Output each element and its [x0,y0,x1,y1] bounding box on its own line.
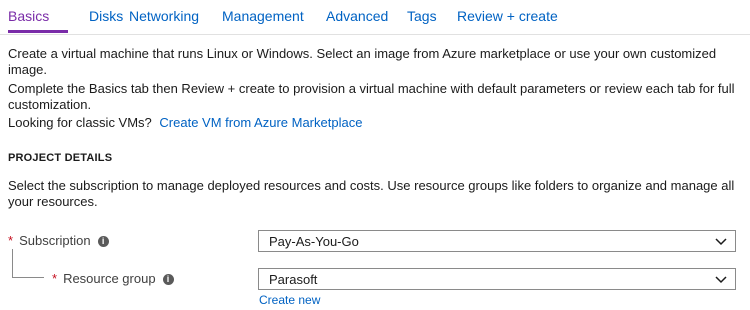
tab-tags[interactable]: Tags [407,8,437,24]
resource-group-label: * Resource group i [52,271,174,286]
create-new-link[interactable]: Create new [259,292,320,308]
resource-group-label-text: Resource group [63,271,156,286]
tab-management[interactable]: Management [222,8,304,24]
subscription-label-text: Subscription [19,233,91,248]
create-vm-marketplace-link[interactable]: Create VM from Azure Marketplace [159,115,362,130]
tab-basics[interactable]: Basics [8,8,49,24]
required-marker: * [8,233,14,248]
intro-line-4: customization. [8,97,92,112]
info-icon[interactable]: i [162,274,174,286]
resource-group-select[interactable]: Parasoft [258,268,736,290]
tab-review-create[interactable]: Review + create [457,8,558,24]
active-tab-indicator [8,30,68,33]
subscription-value: Pay-As-You-Go [269,234,359,249]
subscription-label: * Subscription i [8,233,109,248]
tree-connector-vertical [12,249,13,277]
intro-line-2: image. [8,62,48,77]
chevron-down-icon [715,238,727,246]
info-icon[interactable]: i [97,236,109,248]
resource-group-value: Parasoft [269,272,318,287]
project-desc-line-2: your resources. [8,194,98,209]
intro-line-1: Create a virtual machine that runs Linux… [8,46,717,61]
subscription-select[interactable]: Pay-As-You-Go [258,230,736,252]
chevron-down-icon [715,276,727,284]
tab-networking[interactable]: Networking [129,8,199,24]
project-desc-line-1: Select the subscription to manage deploy… [8,178,735,193]
tab-bar: Basics Disks Networking Management Advan… [0,0,750,35]
tab-disks[interactable]: Disks [89,8,123,24]
classic-vms-text: Looking for classic VMs? [8,115,152,130]
tree-connector-horizontal [12,277,44,278]
tab-advanced[interactable]: Advanced [326,8,388,24]
classic-vms-row: Looking for classic VMs? Create VM from … [8,115,362,131]
section-heading: PROJECT DETAILS [8,152,113,164]
required-marker: * [52,271,58,286]
intro-line-3: Complete the Basics tab then Review + cr… [8,81,735,96]
